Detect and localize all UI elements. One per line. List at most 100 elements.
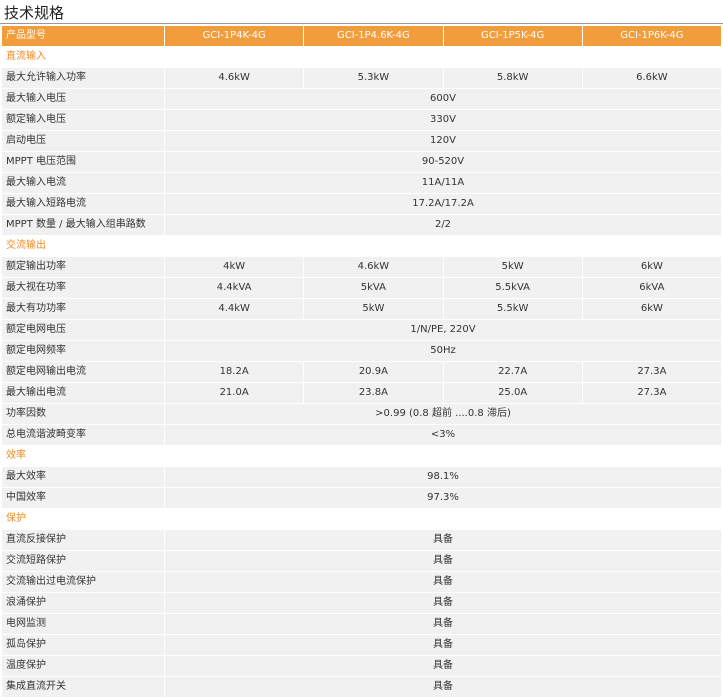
row-label: 最大有功功率 xyxy=(2,299,164,319)
row-value: 120V xyxy=(164,131,721,151)
row-value: 具备 xyxy=(164,614,721,634)
table-row: 最大输出电流 21.0A 23.8A 25.0A 27.3A xyxy=(2,383,721,403)
row-label: 最大输入电流 xyxy=(2,173,164,193)
row-value: 27.3A xyxy=(581,362,721,382)
table-row: MPPT 数量 / 最大输入组串路数 2/2 xyxy=(2,215,721,235)
row-label: 启动电压 xyxy=(2,131,164,151)
row-value: 具备 xyxy=(164,635,721,655)
row-value: 18.2A xyxy=(164,362,304,382)
table-row: 最大输入电流 11A/11A xyxy=(2,173,721,193)
row-label: MPPT 数量 / 最大输入组串路数 xyxy=(2,215,164,235)
row-value: 25.0A xyxy=(442,383,582,403)
row-value: 具备 xyxy=(164,530,721,550)
table-row: 最大输入短路电流 17.2A/17.2A xyxy=(2,194,721,214)
row-value: 5kW xyxy=(303,299,443,319)
row-value: 具备 xyxy=(164,572,721,592)
section-header: 保护 xyxy=(2,509,721,529)
title-divider xyxy=(0,23,723,24)
row-value: 具备 xyxy=(164,677,721,697)
row-label: 直流反接保护 xyxy=(2,530,164,550)
section-header: 效率 xyxy=(2,446,721,466)
spec-table: 产品型号 GCI-1P4K-4G GCI-1P4.6K-4G GCI-1P5K-… xyxy=(2,25,721,698)
table-row: 最大效率 98.1% xyxy=(2,467,721,487)
section-header: 直流输入 xyxy=(2,47,721,67)
table-row: 额定输出功率 4kW 4.6kW 5kW 6kW xyxy=(2,257,721,277)
row-value: 97.3% xyxy=(164,488,721,508)
row-value: 6.6kW xyxy=(581,68,721,88)
table-row: 额定电网电压 1/N/PE, 220V xyxy=(2,320,721,340)
row-label: 温度保护 xyxy=(2,656,164,676)
page-title: 技术规格 xyxy=(4,4,65,22)
row-value: 2/2 xyxy=(164,215,721,235)
row-value: 4.6kW xyxy=(303,257,443,277)
row-value: 4kW xyxy=(164,257,304,277)
table-row: 孤岛保护 具备 xyxy=(2,635,721,655)
row-label: 浪涌保护 xyxy=(2,593,164,613)
row-label: 总电流谐波畸变率 xyxy=(2,425,164,445)
row-label: 集成直流开关 xyxy=(2,677,164,697)
row-label: 额定电网频率 xyxy=(2,341,164,361)
table-row: 额定输入电压 330V xyxy=(2,110,721,130)
section-header: 交流输出 xyxy=(2,236,721,256)
row-value: 5.8kW xyxy=(442,68,582,88)
row-label: 中国效率 xyxy=(2,488,164,508)
row-value: 11A/11A xyxy=(164,173,721,193)
row-value: 4.6kW xyxy=(164,68,304,88)
table-row: 额定电网输出电流 18.2A 20.9A 22.7A 27.3A xyxy=(2,362,721,382)
row-value: >0.99 (0.8 超前 ....0.8 滞后) xyxy=(164,404,721,424)
row-value: 4.4kVA xyxy=(164,278,304,298)
row-value: 21.0A xyxy=(164,383,304,403)
section-title: 直流输入 xyxy=(2,47,721,67)
row-value: <3% xyxy=(164,425,721,445)
row-value: 600V xyxy=(164,89,721,109)
table-row: 浪涌保护 具备 xyxy=(2,593,721,613)
row-value: 6kVA xyxy=(581,278,721,298)
table-row: 温度保护 具备 xyxy=(2,656,721,676)
row-value: 5kW xyxy=(442,257,582,277)
table-row: 交流输出过电流保护 具备 xyxy=(2,572,721,592)
header-model-2: GCI-1P4.6K-4G xyxy=(303,26,443,46)
table-row: 直流反接保护 具备 xyxy=(2,530,721,550)
table-header-row: 产品型号 GCI-1P4K-4G GCI-1P4.6K-4G GCI-1P5K-… xyxy=(2,26,721,46)
table-row: 中国效率 97.3% xyxy=(2,488,721,508)
row-value: 17.2A/17.2A xyxy=(164,194,721,214)
row-label: 额定电网电压 xyxy=(2,320,164,340)
row-label: 最大输入电压 xyxy=(2,89,164,109)
row-value: 98.1% xyxy=(164,467,721,487)
header-model-3: GCI-1P5K-4G xyxy=(442,26,582,46)
row-value: 具备 xyxy=(164,656,721,676)
table-row: 电网监测 具备 xyxy=(2,614,721,634)
row-label: 最大输出电流 xyxy=(2,383,164,403)
table-row: 最大输入电压 600V xyxy=(2,89,721,109)
row-value: 6kW xyxy=(581,257,721,277)
spec-table-body: 产品型号 GCI-1P4K-4G GCI-1P4.6K-4G GCI-1P5K-… xyxy=(2,26,721,697)
row-value: 20.9A xyxy=(303,362,443,382)
header-model-1: GCI-1P4K-4G xyxy=(164,26,304,46)
row-label: 功率因数 xyxy=(2,404,164,424)
row-value: 22.7A xyxy=(442,362,582,382)
row-value: 具备 xyxy=(164,551,721,571)
row-value: 5.3kW xyxy=(303,68,443,88)
row-label: 最大输入短路电流 xyxy=(2,194,164,214)
spec-page: 技术规格 产品型号 GCI-1P4K-4G GCI-1P4.6K-4G GCI-… xyxy=(0,0,723,699)
row-label: 交流短路保护 xyxy=(2,551,164,571)
row-value: 1/N/PE, 220V xyxy=(164,320,721,340)
row-label: 电网监测 xyxy=(2,614,164,634)
table-row: 功率因数 >0.99 (0.8 超前 ....0.8 滞后) xyxy=(2,404,721,424)
table-row: 额定电网频率 50Hz xyxy=(2,341,721,361)
table-row: MPPT 电压范围 90-520V xyxy=(2,152,721,172)
row-label: MPPT 电压范围 xyxy=(2,152,164,172)
row-value: 330V xyxy=(164,110,721,130)
row-value: 27.3A xyxy=(581,383,721,403)
section-title: 交流输出 xyxy=(2,236,721,256)
row-value: 5.5kW xyxy=(442,299,582,319)
row-value: 5kVA xyxy=(303,278,443,298)
table-row: 集成直流开关 具备 xyxy=(2,677,721,697)
row-label: 最大效率 xyxy=(2,467,164,487)
table-row: 启动电压 120V xyxy=(2,131,721,151)
table-row: 总电流谐波畸变率 <3% xyxy=(2,425,721,445)
header-label: 产品型号 xyxy=(2,26,164,46)
row-label: 孤岛保护 xyxy=(2,635,164,655)
row-value: 6kW xyxy=(581,299,721,319)
row-label: 最大允许输入功率 xyxy=(2,68,164,88)
